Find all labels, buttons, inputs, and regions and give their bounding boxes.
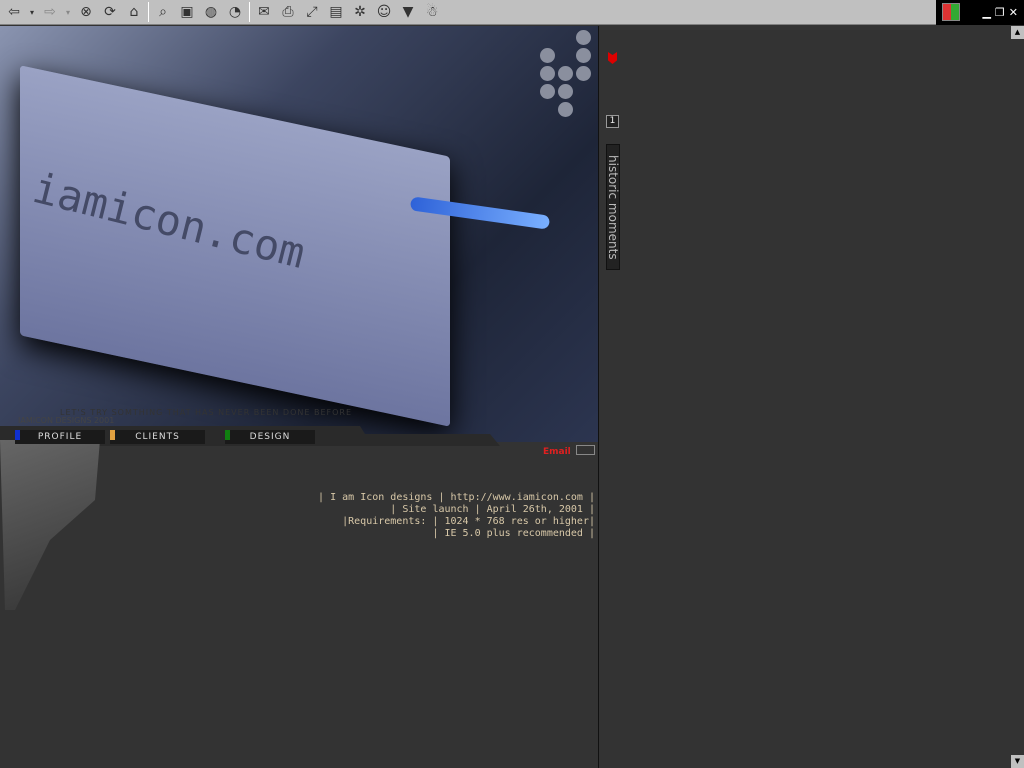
media-icon[interactable]: ◍ [201,2,221,22]
nav-marker [15,430,20,440]
history-icon[interactable]: ◔ [225,2,245,22]
nav-label: CLIENTS [135,432,180,442]
edit-icon[interactable]: ▤ [326,2,346,22]
mail-icon[interactable]: ✉ [254,2,274,22]
search-icon[interactable]: ⌕ [153,2,173,22]
frame-divider [598,26,599,768]
nav-clients[interactable]: CLIENTS [110,430,205,444]
refresh-icon[interactable]: ⟳ [100,2,120,22]
fullscreen-icon[interactable]: ⤢ [302,2,322,22]
aim-icon[interactable]: ☃ [422,2,442,22]
bookmark-ribbon-icon[interactable] [608,52,617,64]
nav-profile[interactable]: PROFILE [15,430,105,444]
minimize-icon[interactable]: ▁ [982,6,990,19]
dot-decoration [558,102,573,117]
dot-decoration [576,66,591,81]
email-link[interactable]: Email [543,447,571,457]
discuss-icon[interactable]: ✲ [350,2,370,22]
hero-image: iamicon.com LET'S TRY SOMTHING THAT HAS … [0,26,598,442]
envelope-icon[interactable] [576,445,595,455]
dot-decoration [540,66,555,81]
close-icon[interactable]: ✕ [1009,6,1018,19]
back-icon[interactable]: ⇦ [4,2,24,22]
toolbar-separator [148,2,149,22]
dot-decoration [540,48,555,63]
nav-label: DESIGN [249,432,291,442]
back-dropdown-icon[interactable]: ▾ [28,2,36,22]
forward-dropdown-icon[interactable]: ▾ [64,2,72,22]
dot-decoration [558,84,573,99]
dot-decoration [576,30,591,45]
print-icon[interactable]: ⎙ [278,2,298,22]
nav-marker [225,430,230,440]
dot-decoration [540,84,555,99]
restore-icon[interactable]: ❐ [995,6,1005,19]
dot-decoration [558,66,573,81]
nav-label: PROFILE [37,432,83,442]
info-line: | Site launch | April 26th, 2001 | [390,504,595,515]
info-line: | IE 5.0 plus recommended | [432,528,595,539]
historic-moments-tab[interactable]: historic moments [606,144,620,270]
favorites-icon[interactable]: ▣ [177,2,197,22]
info-line: | I am Icon designs | http://www.iamicon… [318,492,595,503]
nav-marker [110,430,115,440]
home-icon[interactable]: ⌂ [124,2,144,22]
window-controls: ▁ ❐ ✕ [936,0,1024,25]
browser-toolbar: ⇦ ▾ ⇨ ▾ ⊗ ⟳ ⌂ ⌕ ▣ ◍ ◔ ✉ ⎙ ⤢ ▤ ✲ ☺ ▼ ☃ [0,0,936,25]
messenger-icon[interactable]: ☺ [374,2,394,22]
copyright: IAMICON DESIGNS 2001 [18,416,115,425]
forward-icon[interactable]: ⇨ [40,2,60,22]
scrollbar[interactable]: ▲ ▼ [1011,26,1024,768]
toolbar-separator [249,2,250,22]
page-number-button[interactable]: 1 [606,115,619,128]
related-icon[interactable]: ▼ [398,2,418,22]
shard-decoration [0,440,100,610]
site-info: | I am Icon designs | http://www.iamicon… [318,492,595,540]
windows-logo-icon [942,3,960,21]
nav-design[interactable]: DESIGN [225,430,315,444]
scroll-up-icon[interactable]: ▲ [1011,26,1024,39]
stop-icon[interactable]: ⊗ [76,2,96,22]
scroll-down-icon[interactable]: ▼ [1011,755,1024,768]
info-line: |Requirements: | 1024 * 768 res or highe… [342,516,595,527]
dot-decoration [576,48,591,63]
